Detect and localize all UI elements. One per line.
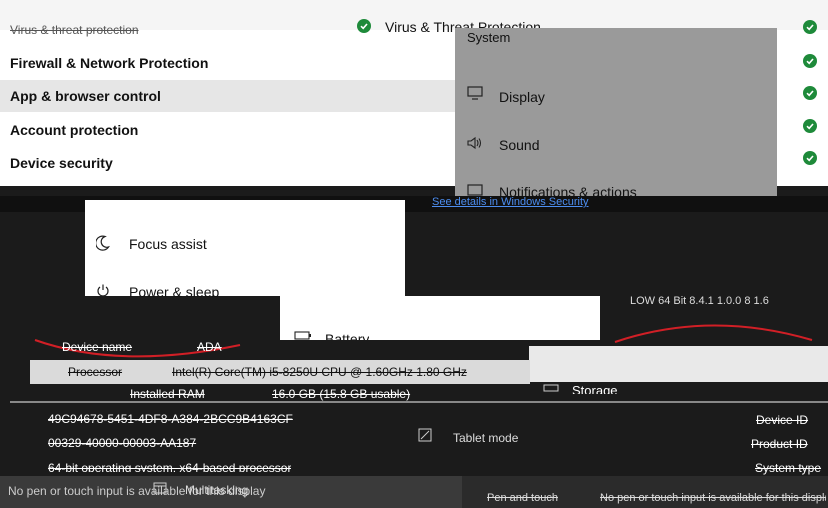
product-id-value: 00329-40000-00003-AA187 bbox=[48, 436, 197, 450]
ram-value: 16.0 GB (15.8 GB usable) bbox=[272, 387, 411, 401]
system-type-value: 64-bit operating system, x64-based proce… bbox=[48, 461, 292, 472]
pen-touch-label: Pen and touch bbox=[487, 492, 558, 504]
processor-value: Intel(R) Core(TM) i5-8250U CPU @ 1.60GHz… bbox=[172, 365, 467, 379]
settings-item-multitasking[interactable]: Multitasking bbox=[185, 483, 248, 497]
storage-icon bbox=[543, 384, 559, 392]
settings-item-storage[interactable]: Storage bbox=[572, 383, 618, 394]
product-id-label: Product ID bbox=[751, 437, 808, 451]
settings-item-tablet-mode[interactable]: Tablet mode bbox=[453, 431, 518, 445]
device-name-value: ADA bbox=[197, 340, 222, 354]
ram-label: Installed RAM bbox=[130, 387, 205, 401]
multitask-icon bbox=[153, 482, 167, 494]
annotation-circle bbox=[34, 324, 813, 358]
specs-divider bbox=[10, 401, 828, 403]
device-name-label: Device name bbox=[62, 340, 133, 354]
system-type-label: System type bbox=[755, 461, 822, 475]
tablet-icon bbox=[418, 428, 432, 442]
specs-gray-band bbox=[529, 346, 828, 382]
processor-label: Processor bbox=[68, 365, 123, 379]
device-id-label: Device ID bbox=[756, 413, 809, 427]
pen-touch-value: No pen or touch input is available for t… bbox=[600, 492, 826, 504]
device-id-value: 49C94678-5451-4DF8-A384-2BCC9B4163CF bbox=[48, 412, 293, 426]
